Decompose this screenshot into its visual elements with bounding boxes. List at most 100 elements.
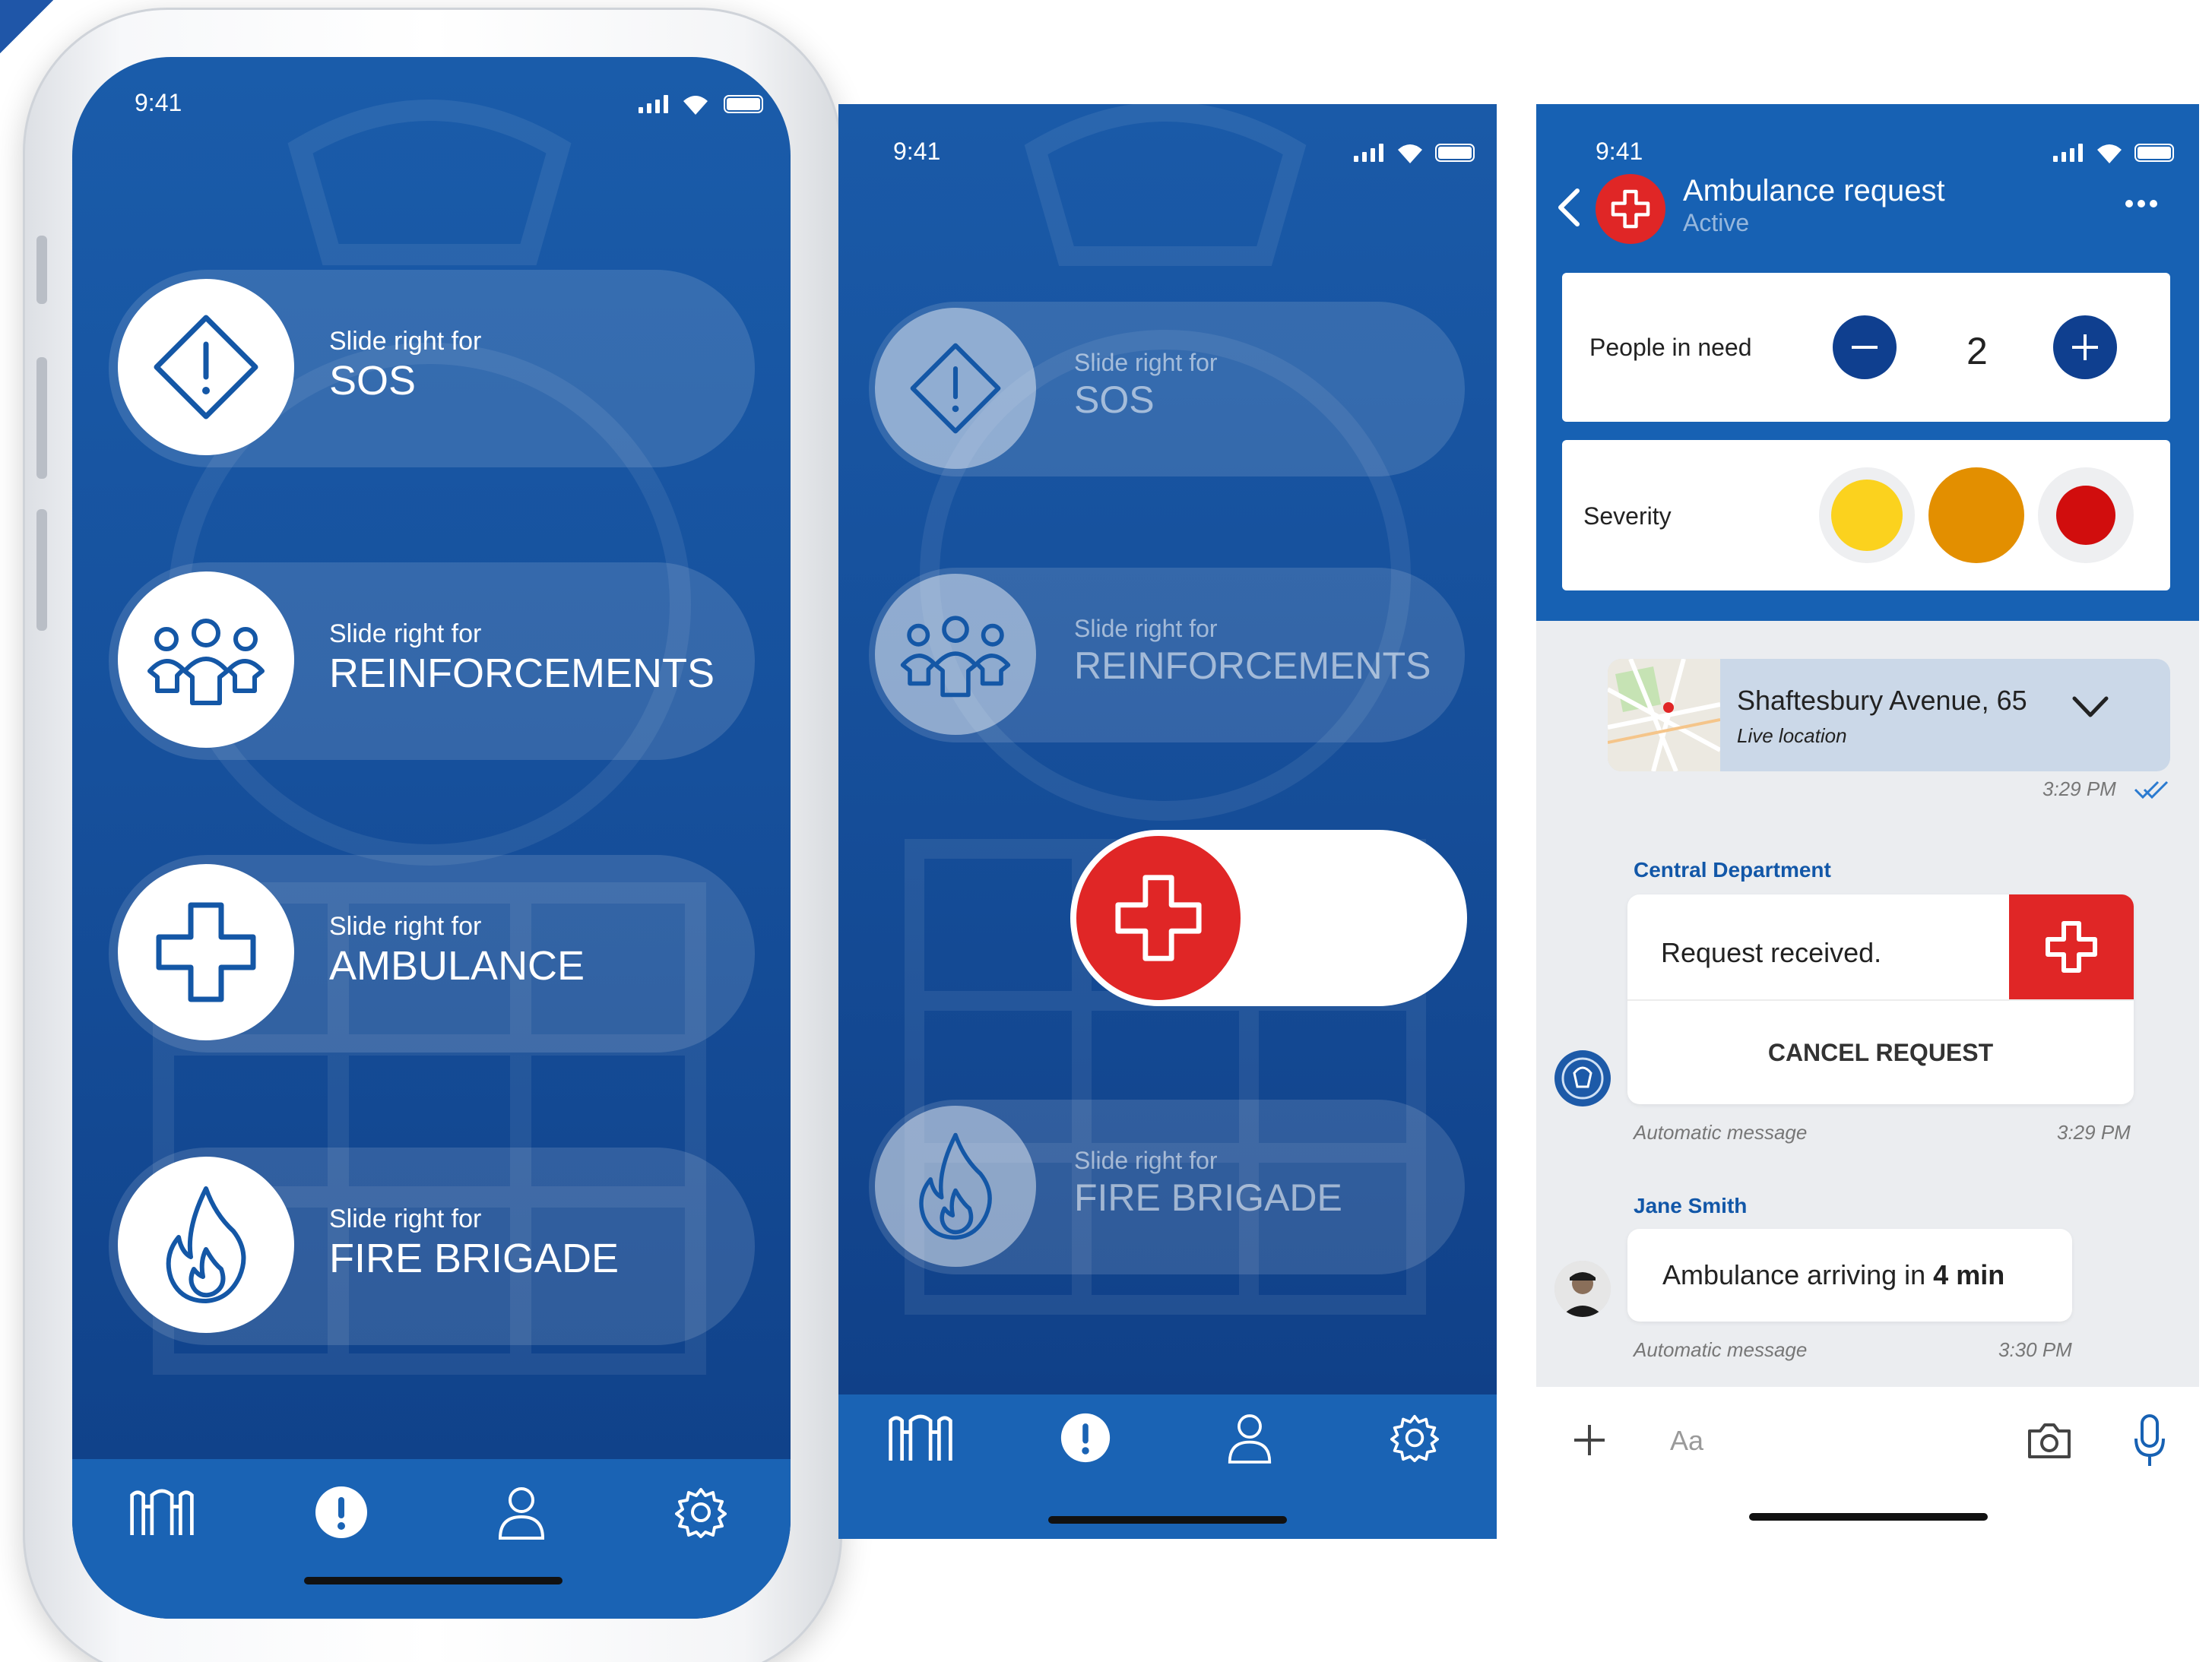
request-received-message: Request received. CANCEL REQUEST (1627, 894, 2134, 1104)
cancel-request-button[interactable]: CANCEL REQUEST (1627, 1001, 2134, 1104)
slider-label: SOS (329, 358, 417, 404)
home-screen: 9:41 Slide right for SOS Slide right for… (72, 57, 791, 1619)
crest-logo-icon (889, 1414, 952, 1461)
tab-alerts[interactable] (1051, 1404, 1120, 1472)
severity-option-low[interactable] (1831, 480, 1903, 551)
alert-icon (315, 1486, 368, 1538)
volume-up-button (36, 357, 47, 479)
map-preview-icon (1608, 659, 1722, 771)
slider-reinforcements[interactable]: Slide right for REINFORCEMENTS (109, 562, 755, 760)
microphone-icon[interactable] (2134, 1414, 2166, 1467)
slider-sos[interactable]: Slide right for SOS (869, 302, 1465, 476)
medical-cross-icon (1611, 189, 1650, 229)
message-input[interactable]: Aa (1670, 1425, 1703, 1457)
status-bar: 9:41 (838, 127, 1497, 173)
slider-hint: Slide right for (1074, 1147, 1218, 1174)
settings-icon (1390, 1414, 1439, 1462)
message-meta: Automatic message (1634, 1338, 1808, 1361)
chevron-down-icon[interactable] (2071, 695, 2109, 720)
arrival-message: Ambulance arriving in 4 min (1627, 1229, 2072, 1322)
slider-label: SOS (1074, 378, 1155, 421)
signal-icon (639, 95, 668, 113)
severity-option-high[interactable] (2056, 486, 2115, 545)
add-attachment-icon[interactable] (1574, 1425, 1605, 1455)
tab-home[interactable] (128, 1478, 196, 1546)
slider-knob-fire-brigade[interactable] (118, 1157, 294, 1333)
slider-label: REINFORCEMENTS (1074, 644, 1431, 687)
signal-icon (2053, 144, 2083, 162)
message-text-prefix: Ambulance arriving in (1662, 1259, 1934, 1290)
slider-hint: Slide right for (329, 912, 482, 941)
slider-hint: Slide right for (329, 327, 482, 356)
slider-label: FIRE BRIGADE (1074, 1176, 1342, 1219)
tab-profile[interactable] (1215, 1404, 1284, 1472)
location-message[interactable]: Shaftesbury Avenue, 65 Live location (1608, 659, 2170, 771)
tab-home[interactable] (886, 1404, 955, 1472)
warning-diamond-icon (154, 315, 258, 419)
tab-profile[interactable] (487, 1478, 556, 1546)
warning-diamond-icon (910, 343, 1001, 434)
slider-knob-reinforcements[interactable] (875, 574, 1036, 735)
plus-icon (2072, 334, 2098, 360)
people-label: People in need (1589, 334, 1752, 361)
location-caption: Live location (1737, 724, 1847, 747)
slider-knob-ambulance[interactable] (1076, 836, 1241, 1000)
slider-reinforcements[interactable]: Slide right for REINFORCEMENTS (869, 568, 1465, 742)
medical-cross-icon (156, 902, 256, 1002)
more-options-icon[interactable] (2124, 198, 2159, 209)
slider-knob-ambulance[interactable] (118, 864, 294, 1040)
severity-card: Severity (1562, 440, 2170, 590)
mute-switch (36, 236, 47, 304)
battery-icon (1435, 144, 1475, 162)
slider-ambulance-active[interactable] (1070, 830, 1467, 1006)
volume-down-button (36, 509, 47, 631)
slider-fire-brigade[interactable]: Slide right for FIRE BRIGADE (869, 1100, 1465, 1274)
message-timestamp: 3:30 PM (1998, 1338, 2072, 1361)
slider-knob-fire-brigade[interactable] (875, 1106, 1036, 1267)
tab-settings[interactable] (667, 1478, 735, 1546)
slider-fire-brigade[interactable]: Slide right for FIRE BRIGADE (109, 1148, 755, 1345)
message-sender: Jane Smith (1634, 1194, 1748, 1217)
wifi-icon (1398, 144, 1422, 163)
slider-ambulance[interactable]: Slide right for AMBULANCE (109, 855, 755, 1053)
slider-hint: Slide right for (329, 619, 482, 648)
tab-alerts[interactable] (307, 1478, 376, 1546)
slider-knob-sos[interactable] (875, 308, 1036, 469)
people-in-need-card: People in need 2 (1562, 273, 2170, 422)
profile-icon (498, 1487, 544, 1540)
slider-hint: Slide right for (1074, 349, 1218, 376)
wifi-icon (683, 96, 708, 115)
chat-status: Active (1683, 209, 1750, 236)
status-time: 9:41 (1596, 138, 1643, 165)
decrement-button[interactable] (1833, 315, 1897, 379)
ambulance-badge (2009, 894, 2134, 999)
severity-option-medium[interactable] (1928, 467, 2024, 563)
cancel-request-label: CANCEL REQUEST (1767, 1038, 1994, 1066)
slider-knob-reinforcements[interactable] (118, 571, 294, 748)
flame-icon (166, 1186, 246, 1303)
location-timestamp: 3:29 PM (2042, 777, 2116, 800)
profile-icon (1228, 1414, 1272, 1464)
slider-sos[interactable]: Slide right for SOS (109, 270, 755, 467)
signal-icon (1354, 144, 1383, 162)
message-input-bar: Aa (1536, 1387, 2199, 1539)
slider-knob-sos[interactable] (118, 279, 294, 455)
chat-screen: 9:41 Ambulance request Active People in … (1536, 104, 2199, 1539)
message-sender: Central Department (1634, 858, 1831, 882)
person-photo-icon (1554, 1261, 1611, 1317)
message-text-eta: 4 min (1933, 1259, 2005, 1290)
tab-bar-items (838, 1404, 1497, 1472)
tab-settings[interactable] (1380, 1404, 1449, 1472)
status-time: 9:41 (893, 138, 941, 165)
slider-label: FIRE BRIGADE (329, 1236, 620, 1281)
back-chevron-icon[interactable] (1553, 186, 1583, 229)
settings-icon (674, 1488, 727, 1538)
chat-title: Ambulance request (1683, 174, 1945, 207)
wifi-icon (2097, 144, 2122, 163)
sliding-screen: 9:41 Slide right for SOS Slide right for… (838, 104, 1497, 1539)
home-indicator (1749, 1513, 1988, 1521)
increment-button[interactable] (2053, 315, 2117, 379)
message-meta: Automatic message (1634, 1121, 1808, 1144)
camera-icon[interactable] (2027, 1422, 2072, 1460)
slider-label: AMBULANCE (329, 943, 585, 989)
